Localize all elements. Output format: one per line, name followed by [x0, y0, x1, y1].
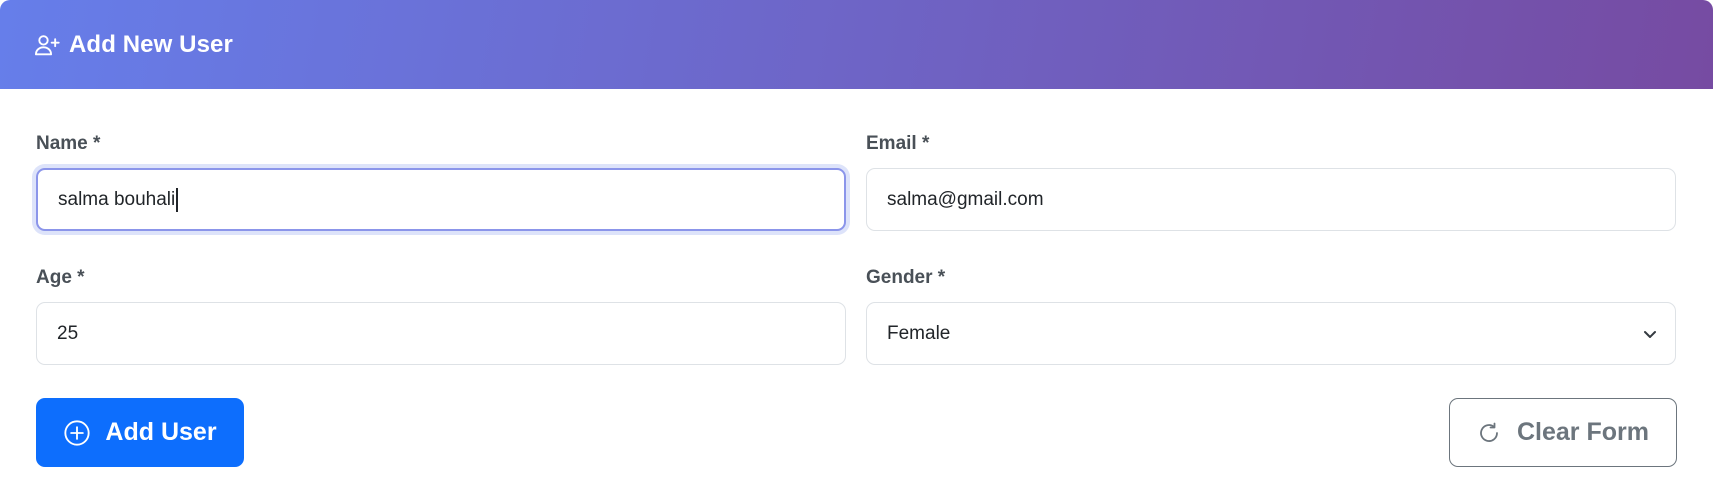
gender-field-group: Gender * Female	[866, 267, 1676, 365]
email-label: Email *	[866, 133, 930, 154]
age-input-value: 25	[57, 322, 79, 344]
plus-circle-icon	[63, 419, 91, 447]
name-field-group: Name * salma bouhali	[36, 133, 846, 231]
card-header: Add New User	[0, 0, 1713, 89]
clear-form-button[interactable]: Clear Form	[1449, 398, 1677, 467]
chevron-down-icon	[1641, 325, 1659, 343]
clear-form-label: Clear Form	[1517, 418, 1649, 446]
refresh-icon	[1477, 421, 1501, 445]
name-input[interactable]: salma bouhali	[36, 168, 846, 231]
age-label: Age *	[36, 267, 85, 288]
name-input-value: salma bouhali	[58, 188, 176, 210]
page-title: Add New User	[69, 30, 233, 58]
age-input[interactable]: 25	[36, 302, 846, 365]
text-caret	[176, 187, 178, 212]
name-label: Name *	[36, 133, 101, 154]
email-input[interactable]: salma@gmail.com	[866, 168, 1676, 231]
gender-selected-value: Female	[887, 322, 951, 344]
user-plus-icon	[33, 31, 61, 59]
email-field-group: Email * salma@gmail.com	[866, 133, 1676, 231]
add-user-card: Add New User Name * salma bouhali Email …	[0, 0, 1713, 501]
add-user-label: Add User	[105, 418, 217, 446]
gender-label: Gender *	[866, 267, 946, 288]
gender-select[interactable]: Female	[866, 302, 1676, 365]
age-field-group: Age * 25	[36, 267, 846, 365]
email-input-value: salma@gmail.com	[887, 188, 1044, 210]
add-user-button[interactable]: Add User	[36, 398, 244, 467]
